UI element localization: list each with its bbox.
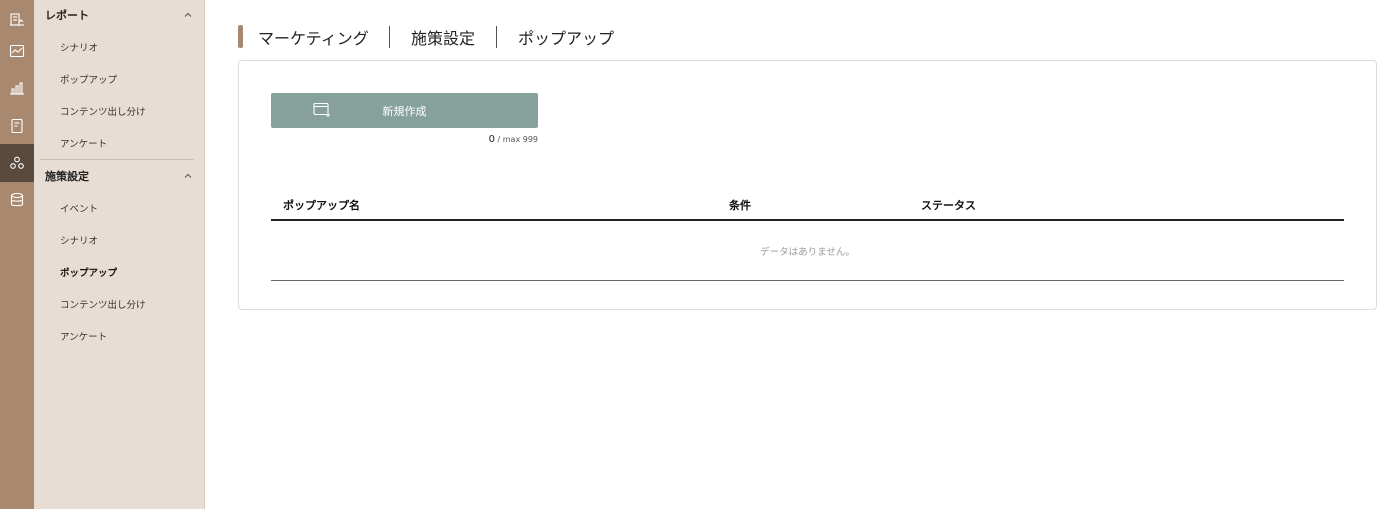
empty-state-text: データはありません。 — [760, 247, 855, 258]
breadcrumb-item-measures[interactable]: 施策設定 — [411, 25, 475, 48]
sidebar-section-report[interactable]: レポート — [34, 0, 205, 30]
database-icon — [10, 192, 24, 207]
column-header-condition[interactable]: 条件 — [729, 197, 751, 213]
rail-bar-chart-button[interactable] — [0, 69, 34, 107]
sidebar-item-report-scenario[interactable]: シナリオ — [34, 35, 205, 59]
sidebar-item-report-popup[interactable]: ポップアップ — [34, 67, 205, 91]
icon-rail — [0, 0, 34, 509]
scatter-network-icon — [10, 156, 24, 169]
table-header-divider — [271, 219, 1344, 221]
line-chart-icon — [9, 44, 25, 58]
sidebar-section-title: 施策設定 — [45, 170, 89, 183]
app-root: レポート シナリオ ポップアップ コンテンツ出し分け アンケート 施策設定 イベ… — [0, 0, 1392, 509]
sidebar-section-title: レポート — [45, 9, 89, 22]
new-create-button[interactable]: 新規作成 — [271, 93, 538, 128]
chevron-up-icon — [184, 173, 192, 178]
sidebar-item-scenario[interactable]: シナリオ — [34, 228, 205, 252]
column-header-status[interactable]: ステータス — [921, 197, 976, 213]
breadcrumb-separator — [496, 26, 497, 48]
breadcrumb-separator — [389, 26, 390, 48]
chevron-up-icon — [184, 12, 192, 17]
popup-counter: 0 / max 999 — [271, 134, 538, 145]
breadcrumb-accent — [238, 25, 243, 48]
breadcrumb-item-marketing[interactable]: マーケティング — [258, 25, 369, 48]
new-window-icon — [313, 102, 330, 117]
document-icon — [11, 118, 23, 134]
popup-max: / max 999 — [494, 135, 539, 144]
sidebar: レポート シナリオ ポップアップ コンテンツ出し分け アンケート 施策設定 イベ… — [34, 0, 205, 509]
new-create-label: 新規作成 — [382, 104, 427, 118]
rail-line-chart-button[interactable] — [0, 32, 34, 70]
bar-chart-icon — [10, 82, 24, 95]
sidebar-section-measures[interactable]: 施策設定 — [34, 161, 205, 191]
sidebar-item-contents[interactable]: コンテンツ出し分け — [34, 292, 205, 316]
column-header-popup-name[interactable]: ポップアップ名 — [283, 197, 360, 213]
building-chart-icon — [10, 13, 24, 26]
sidebar-item-event[interactable]: イベント — [34, 196, 205, 220]
rail-document-button[interactable] — [0, 107, 34, 145]
rail-database-button[interactable] — [0, 181, 34, 219]
sidebar-item-report-survey[interactable]: アンケート — [34, 131, 205, 155]
sidebar-divider — [40, 159, 194, 160]
sidebar-item-report-contents[interactable]: コンテンツ出し分け — [34, 99, 205, 123]
breadcrumb-item-popup: ポップアップ — [518, 28, 615, 48]
table-bottom-divider — [271, 280, 1344, 281]
sidebar-item-popup[interactable]: ポップアップ — [34, 260, 205, 284]
rail-measures-button[interactable] — [0, 144, 34, 182]
sidebar-item-survey[interactable]: アンケート — [34, 324, 205, 348]
content-card: 新規作成 0 / max 999 ポップアップ名 条件 ステータス データはあり… — [238, 60, 1377, 310]
